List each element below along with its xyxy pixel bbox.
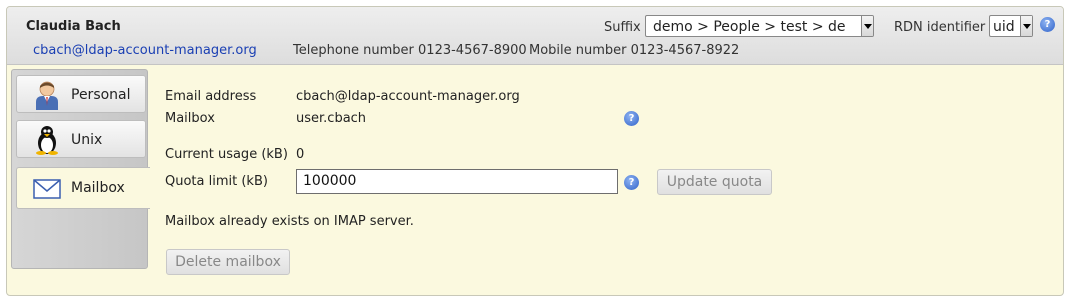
rdn-select-value: uid bbox=[993, 19, 1015, 35]
current-usage-value: 0 bbox=[296, 147, 305, 162]
account-header: Claudia Bach cbach@ldap-account-manager.… bbox=[7, 7, 1063, 65]
help-icon[interactable]: ? bbox=[624, 111, 639, 126]
mobile-number: Mobile number 0123-4567-8922 bbox=[529, 43, 740, 58]
mailbox-label: Mailbox bbox=[165, 111, 215, 126]
email-address-label: Email address bbox=[165, 89, 257, 104]
help-icon[interactable]: ? bbox=[1040, 17, 1055, 32]
mailbox-value: user.cbach bbox=[296, 111, 367, 126]
module-sidebar: Personal Unix Mailbox bbox=[11, 69, 150, 269]
tab-unix-label: Unix bbox=[71, 132, 103, 148]
suffix-label: Suffix bbox=[604, 20, 641, 35]
tab-personal[interactable]: Personal bbox=[16, 75, 146, 113]
tux-penguin-icon bbox=[36, 126, 58, 155]
email-link[interactable]: cbach@ldap-account-manager.org bbox=[33, 43, 257, 58]
telephone-number: Telephone number 0123-4567-8900 bbox=[293, 43, 527, 58]
quota-limit-input[interactable]: 100000 bbox=[296, 169, 618, 194]
chevron-down-icon bbox=[1020, 16, 1032, 36]
tab-personal-label: Personal bbox=[71, 87, 131, 103]
user-name: Claudia Bach bbox=[26, 19, 121, 34]
quota-limit-label: Quota limit (kB) bbox=[165, 174, 268, 189]
personal-user-icon bbox=[36, 81, 58, 110]
delete-mailbox-button[interactable]: Delete mailbox bbox=[166, 249, 290, 275]
suffix-select[interactable]: demo > People > test > de bbox=[645, 15, 874, 37]
rdn-identifier-label: RDN identifier bbox=[894, 20, 986, 35]
email-address-value: cbach@ldap-account-manager.org bbox=[296, 89, 520, 104]
rdn-identifier-select[interactable]: uid bbox=[989, 15, 1033, 37]
status-message: Mailbox already exists on IMAP server. bbox=[165, 214, 414, 229]
current-usage-label: Current usage (kB) bbox=[165, 147, 288, 162]
tab-unix[interactable]: Unix bbox=[16, 120, 146, 158]
suffix-select-value: demo > People > test > de bbox=[653, 19, 846, 35]
quota-limit-value: 100000 bbox=[303, 173, 357, 189]
tab-mailbox[interactable]: Mailbox bbox=[16, 167, 150, 209]
chevron-down-icon bbox=[861, 16, 873, 36]
help-icon[interactable]: ? bbox=[624, 175, 639, 190]
account-panel: Claudia Bach cbach@ldap-account-manager.… bbox=[6, 6, 1064, 296]
update-quota-button[interactable]: Update quota bbox=[657, 169, 772, 195]
envelope-icon bbox=[33, 179, 61, 199]
tab-mailbox-label: Mailbox bbox=[71, 180, 125, 196]
